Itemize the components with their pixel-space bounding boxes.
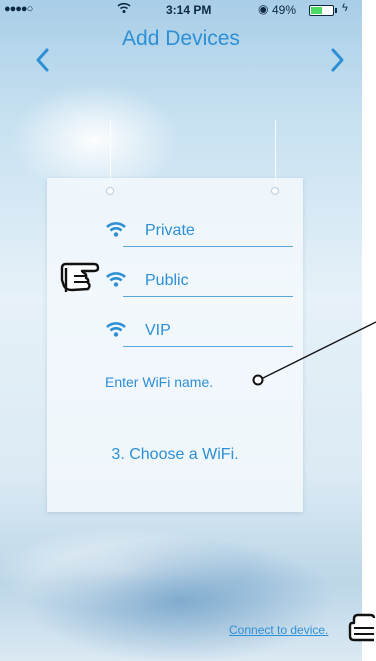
- callout-line-icon: [252, 321, 376, 386]
- annotation-overlay: [60, 262, 376, 642]
- pointing-hand-icon: [60, 262, 100, 292]
- pointing-hand-icon: [348, 613, 376, 642]
